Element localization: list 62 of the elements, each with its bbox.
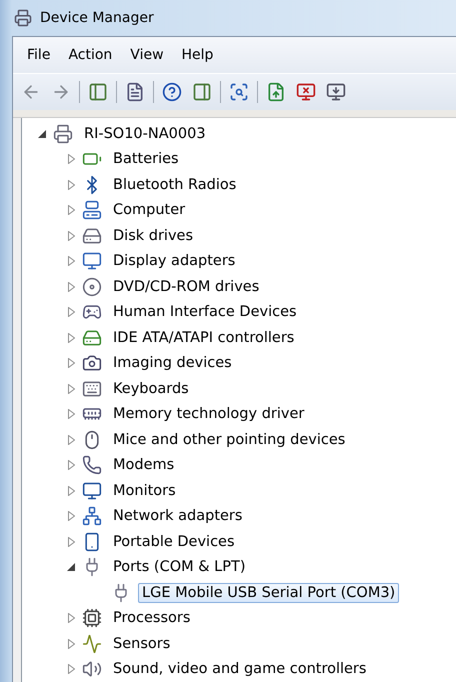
tree-item[interactable]: Portable Devices: [109, 532, 239, 552]
expand-arrow-icon[interactable]: [65, 306, 77, 318]
tree-item[interactable]: DVD/CD-ROM drives: [109, 276, 264, 297]
tree-item[interactable]: Ports (COM & LPT): [109, 557, 250, 578]
expand-arrow-icon[interactable]: [65, 280, 77, 293]
expand-arrow-icon[interactable]: [65, 357, 77, 370]
expand-arrow-icon[interactable]: [65, 178, 77, 191]
tree-item[interactable]: Imaging devices: [109, 353, 236, 374]
tree-item[interactable]: Memory technology driver: [109, 404, 308, 424]
tree-item[interactable]: Disk drives: [109, 226, 198, 246]
expand-arrow-icon[interactable]: [65, 612, 77, 624]
monitor-x-icon[interactable]: [296, 82, 316, 102]
tree-item[interactable]: Monitors: [109, 480, 180, 501]
monitor-icon: [81, 250, 103, 272]
tree-item[interactable]: Mice and other pointing devices: [109, 430, 350, 450]
expand-arrow-icon[interactable]: [65, 153, 77, 166]
menu-item[interactable]: View: [122, 43, 172, 67]
network-icon: [81, 505, 103, 528]
upload-icon[interactable]: [266, 82, 286, 102]
monitor-down-icon[interactable]: [326, 82, 346, 102]
tree-item[interactable]: Network adapters: [109, 506, 246, 526]
expand-arrow-icon[interactable]: [65, 484, 77, 497]
tree-item[interactable]: Batteries: [109, 149, 183, 170]
menu-item[interactable]: Help: [174, 43, 222, 67]
phone-icon: [81, 454, 103, 476]
expand-arrow-icon[interactable]: [65, 230, 77, 242]
scan-icon[interactable]: [229, 82, 249, 102]
expand-arrow-icon[interactable]: [65, 459, 77, 472]
collapse-arrow-icon[interactable]: [36, 128, 48, 140]
disc-icon: [81, 276, 103, 298]
collapse-arrow-icon[interactable]: [65, 561, 77, 574]
tree-item[interactable]: IDE ATA/ATAPI controllers: [109, 328, 298, 348]
expand-arrow-icon[interactable]: [65, 332, 77, 344]
tree-item[interactable]: Human Interface Devices: [109, 302, 301, 322]
tree-item[interactable]: LGE Mobile USB Serial Port (COM3): [138, 582, 400, 603]
expand-arrow-icon[interactable]: [65, 638, 77, 650]
panel-icon[interactable]: [192, 82, 212, 102]
tree-item[interactable]: Bluetooth Radios: [109, 174, 240, 195]
tree-item[interactable]: Processors: [109, 608, 194, 628]
menu-item[interactable]: Action: [60, 43, 120, 67]
expand-arrow-icon[interactable]: [65, 536, 77, 548]
tree-item[interactable]: Display adapters: [109, 251, 240, 272]
expand-arrow-icon[interactable]: [65, 382, 77, 395]
menu-item[interactable]: File: [19, 43, 58, 67]
tree-item[interactable]: RI-SO10-NA0003: [80, 124, 210, 144]
expand-arrow-icon[interactable]: [65, 434, 77, 446]
expand-arrow-icon[interactable]: [65, 204, 77, 216]
tree-item[interactable]: Computer: [109, 200, 190, 220]
expand-arrow-icon[interactable]: [65, 663, 77, 676]
tree-item[interactable]: Modems: [109, 455, 178, 476]
tree-item[interactable]: Sound, video and game controllers: [109, 659, 370, 680]
expand-arrow-icon[interactable]: [65, 510, 77, 522]
cpu-icon: [81, 607, 103, 630]
tree-item[interactable]: Keyboards: [109, 378, 193, 399]
expand-arrow-icon[interactable]: [65, 255, 77, 268]
tree-item[interactable]: Sensors: [109, 634, 174, 654]
panel-icon[interactable]: [88, 82, 108, 102]
help-icon[interactable]: [162, 82, 182, 102]
expand-arrow-icon[interactable]: [65, 408, 77, 420]
window-title: Device Manager: [40, 10, 154, 26]
document-icon[interactable]: [125, 82, 145, 102]
pulse-icon: [81, 632, 103, 655]
